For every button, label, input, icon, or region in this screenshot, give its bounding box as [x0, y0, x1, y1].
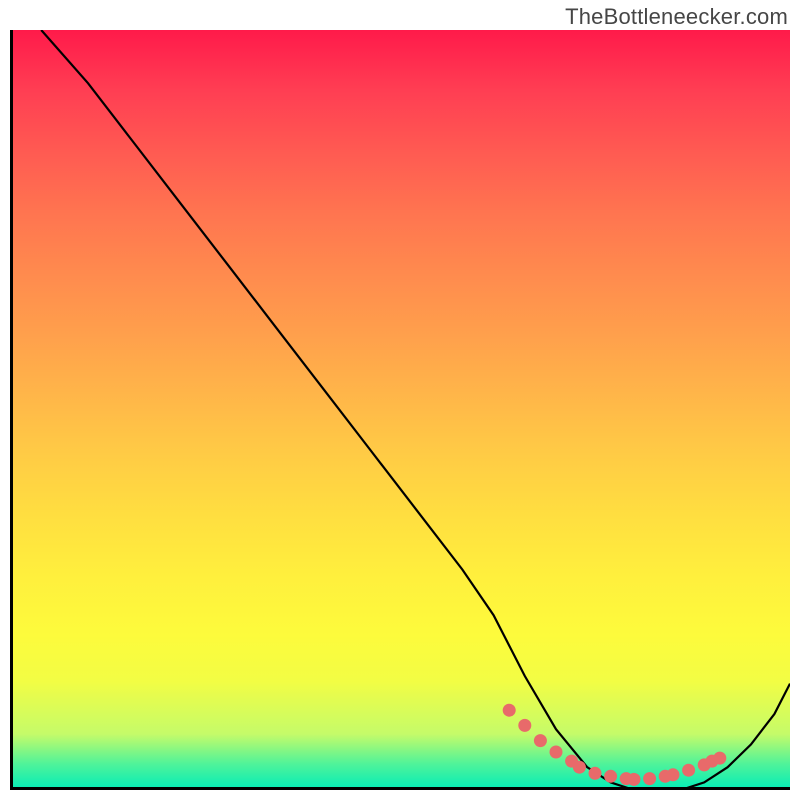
chart-container: [10, 30, 790, 790]
watermark-text: TheBottleneecker.com: [565, 4, 788, 30]
plot-area: [10, 30, 790, 790]
